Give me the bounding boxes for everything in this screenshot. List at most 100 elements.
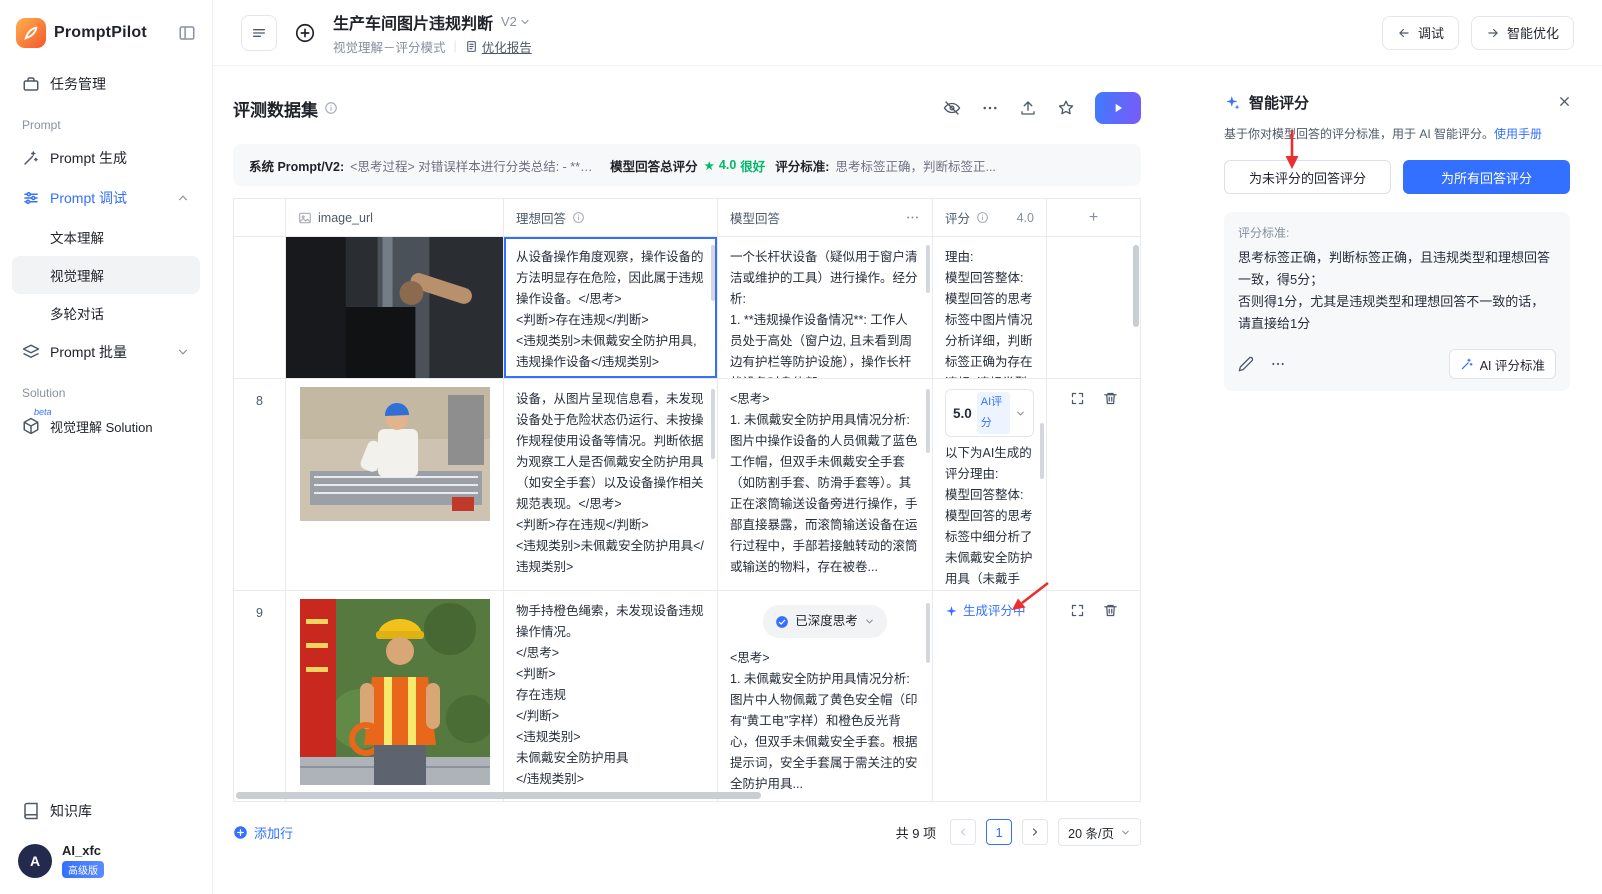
system-prompt-bar[interactable]: 系统 Prompt/V2: <思考过程> 对错误样本进行分类总结: - **违规…	[233, 144, 1141, 186]
score-cell[interactable]: 理由: 模型回答整体: 模型回答的思考标签中图片情况分析详细，判断标签正确为存在…	[933, 237, 1047, 378]
more-actions-button[interactable]	[981, 99, 999, 117]
info-icon[interactable]	[324, 101, 338, 115]
chevron-down-icon	[176, 345, 190, 359]
debug-button-label: 调试	[1417, 26, 1444, 41]
smart-optimize-button[interactable]: 智能优化	[1470, 15, 1574, 50]
cell-scrollbar[interactable]	[926, 603, 930, 663]
total-score-value: 4.0	[718, 158, 737, 172]
scoring-criteria-card: 评分标准: 思考标签正确，判断标签正确，且违规类型和理想回答一致，得5分； 否则…	[1224, 212, 1570, 391]
optimize-report-link[interactable]: 优化报告	[465, 37, 532, 56]
dataset-image-cell[interactable]	[286, 591, 504, 801]
mode-label: 视觉理解－评分模式	[333, 40, 446, 55]
model-answer-text: <思考> 1. 未佩戴安全防护用具情况分析: 图片中操作设备的人员佩戴了蓝色工作…	[730, 392, 918, 574]
delete-row-button[interactable]	[1103, 391, 1118, 406]
score-cell[interactable]: 生成评分中	[933, 591, 1047, 801]
user-account[interactable]: A AI_xfc 高级版	[12, 831, 200, 880]
chevron-down-icon	[521, 19, 529, 24]
table-footer: 添加行 共 9 项 1 20 条/页	[233, 818, 1141, 846]
edit-criteria-button[interactable]	[1238, 356, 1254, 372]
score-all-label: 为所有回答评分	[1440, 170, 1532, 186]
expand-icon	[1071, 392, 1083, 405]
favorite-button[interactable]	[1057, 99, 1075, 117]
ideal-answer-cell[interactable]: 物手持橙色绳索，未发现设备违规操作情况。 </思考> <判断> 存在违规 </判…	[504, 591, 718, 801]
header-image-url[interactable]: image_url	[286, 199, 504, 236]
run-evaluation-button[interactable]	[1095, 92, 1141, 124]
sidebar-item-prompt-generate[interactable]: Prompt 生成	[12, 138, 200, 178]
system-prompt-label: 系统 Prompt/V2:	[249, 159, 345, 174]
score-generating-status[interactable]: 生成评分中	[945, 601, 1034, 622]
score-generating-label: 生成评分中	[963, 604, 1026, 618]
ideal-answer-text: 从设备操作角度观察，操作设备的方法明显存在危险，因此属于违规操作设备。</思考>…	[516, 250, 704, 369]
table-vertical-scrollbar[interactable]	[1133, 245, 1139, 327]
rating-star-icon: ★	[703, 158, 715, 173]
sidebar-item-task-management[interactable]: 任务管理	[12, 64, 200, 104]
cell-scrollbar[interactable]	[926, 245, 930, 293]
menu-button[interactable]	[241, 14, 277, 51]
ideal-answer-cell[interactable]: 设备，从图片呈现信息看，未发现设备处于危险状态仍运行、未按操作规程使用设备等情况…	[504, 379, 718, 590]
sidebar-item-text-understanding[interactable]: 文本理解	[12, 218, 200, 256]
play-icon	[1115, 103, 1123, 113]
user-name: AI_xfc	[62, 843, 102, 858]
model-answer-cell[interactable]: 已深度思考 <思考> 1. 未佩戴安全防护用具情况分析: 图片中人物佩戴了黄色安…	[718, 591, 933, 801]
version-selector[interactable]: V2	[501, 14, 531, 29]
close-panel-button[interactable]	[1557, 94, 1572, 109]
collapse-panel-icon	[179, 26, 195, 40]
prev-page-button[interactable]	[950, 819, 977, 845]
image-icon	[299, 212, 311, 223]
chevron-down-icon	[1120, 827, 1131, 838]
new-session-button[interactable]	[289, 17, 321, 49]
header-add-column[interactable]: +	[1047, 199, 1140, 236]
hide-columns-button[interactable]	[943, 99, 961, 117]
debug-button[interactable]: 调试	[1381, 15, 1459, 50]
header-score[interactable]: 评分 4.0	[933, 199, 1047, 236]
upload-button[interactable]	[1019, 99, 1037, 117]
page-number[interactable]: 1	[986, 819, 1013, 845]
header-model-answer[interactable]: 模型回答	[718, 199, 933, 236]
table-row: 8 设备，从图片呈现信息看，未发现设备处于危险状态仍运行、未按操作规程使用设备等…	[234, 379, 1140, 591]
manual-link[interactable]: 使用手册	[1494, 127, 1542, 141]
dataset-image-cell[interactable]	[286, 379, 504, 590]
score-selector[interactable]: 5.0 AI评分	[945, 389, 1034, 437]
expand-row-button[interactable]	[1070, 391, 1085, 406]
sidebar-item-vision-understanding[interactable]: 视觉理解	[12, 256, 200, 294]
cell-scrollbar[interactable]	[926, 389, 930, 453]
beta-badge: beta	[34, 407, 52, 417]
close-icon	[1560, 97, 1569, 106]
sidebar-item-multi-turn-dialog[interactable]: 多轮对话	[12, 294, 200, 332]
main-area: 生产车间图片违规判断 V2 视觉理解－评分模式 | 优化报告 调试 智能优化 评…	[213, 0, 1602, 894]
criteria-more-button[interactable]	[1270, 356, 1286, 372]
model-answer-cell[interactable]: 一个长杆状设备（疑似用于窗户清洁或维护的工具）进行操作。经分析: 1. **违规…	[718, 237, 933, 378]
info-icon	[572, 211, 585, 224]
sidebar-item-prompt-batch[interactable]: Prompt 批量	[12, 332, 200, 372]
model-answer-cell[interactable]: <思考> 1. 未佩戴安全防护用具情况分析: 图片中操作设备的人员佩戴了蓝色工作…	[718, 379, 933, 590]
score-cell[interactable]: 5.0 AI评分 以下为AI生成的评分理由: 模型回答整体: 模型回答的思考标签…	[933, 379, 1047, 590]
dataset-image-cell[interactable]	[286, 237, 504, 378]
total-score-desc: 很好	[740, 159, 766, 174]
sidebar-item-vision-solution[interactable]: beta 视觉理解 Solution	[12, 406, 200, 446]
sidebar-item-knowledge-base[interactable]: 知识库	[12, 791, 200, 831]
score-all-button[interactable]: 为所有回答评分	[1403, 160, 1570, 194]
chevron-down-icon	[864, 616, 875, 627]
sidebar-item-prompt-debug[interactable]: Prompt 调试	[12, 178, 200, 218]
page-size-selector[interactable]: 20 条/页	[1058, 818, 1141, 846]
add-row-button[interactable]: 添加行	[233, 823, 293, 842]
delete-row-button[interactable]	[1103, 603, 1118, 618]
column-more-button[interactable]	[905, 210, 920, 225]
cell-scrollbar[interactable]	[711, 245, 715, 301]
sidebar-collapse-button[interactable]	[178, 24, 196, 42]
deep-thinking-toggle[interactable]: 已深度思考	[763, 605, 887, 638]
score-unscored-button[interactable]: 为未评分的回答评分	[1224, 160, 1391, 194]
expand-row-button[interactable]	[1070, 603, 1085, 618]
criteria-text: 思考标签正确，判断标签正...	[835, 159, 996, 174]
score-rationale-text: 理由: 模型回答整体: 模型回答的思考标签中图片情况分析详细，判断标签正确为存在…	[945, 250, 1033, 378]
next-page-button[interactable]	[1022, 819, 1049, 845]
report-icon	[466, 40, 476, 52]
deep-thinking-label: 已深度思考	[795, 614, 858, 628]
header-ideal-answer[interactable]: 理想回答	[504, 199, 718, 236]
ai-criteria-button[interactable]: AI 评分标准	[1448, 349, 1556, 379]
table-horizontal-scrollbar[interactable]	[236, 792, 762, 799]
row-number-cell	[234, 237, 286, 378]
cell-scrollbar[interactable]	[1040, 423, 1044, 479]
cell-scrollbar[interactable]	[711, 389, 715, 459]
ideal-answer-cell[interactable]: 从设备操作角度观察，操作设备的方法明显存在危险，因此属于违规操作设备。</思考>…	[504, 237, 718, 378]
